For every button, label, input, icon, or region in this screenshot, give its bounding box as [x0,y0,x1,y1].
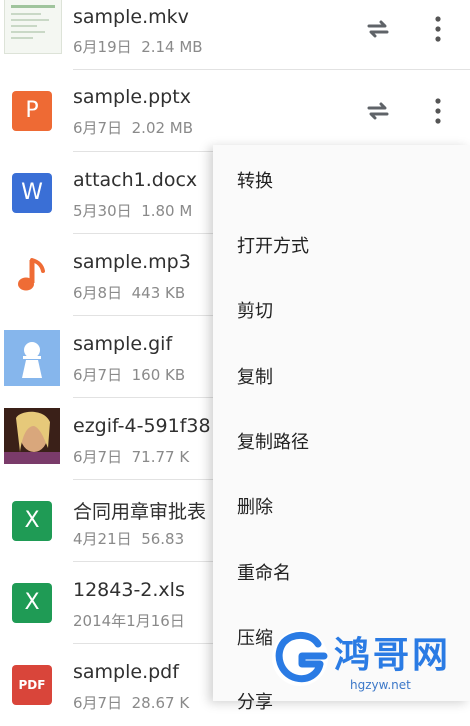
file-name: 合同用章审批表 [73,501,207,523]
file-size: 28.67 K [131,694,190,712]
watermark-logo-icon [272,630,328,686]
file-meta: 6月7日 28.67 K [73,692,189,713]
file-meta: 6月7日 71.77 K [73,446,189,467]
file-date: 6月7日 [73,448,123,466]
file-name: sample.pptx [73,86,191,108]
file-meta: 5月30日 1.80 M [73,200,192,221]
file-date: 6月7日 [73,119,123,137]
file-size: 443 KB [131,284,186,302]
watermark-text: 鸿哥网 [334,635,452,676]
sync-icon[interactable] [363,14,393,44]
video-thumbnail-icon [4,0,62,54]
file-size: 160 KB [131,366,186,384]
file-meta: 6月7日 2.02 MB [73,117,193,138]
file-date: 6月8日 [73,284,123,302]
more-options-icon[interactable] [424,94,452,128]
file-meta: 6月7日 160 KB [73,364,185,385]
file-row[interactable]: P sample.pptx 6月7日 2.02 MB [0,70,470,152]
menu-item-cut[interactable]: 剪切 [237,297,273,323]
menu-item-rename[interactable]: 重命名 [237,559,291,585]
music-icon [18,258,45,291]
file-name: attach1.docx [73,169,198,191]
file-size: 1.80 M [141,202,193,220]
xlsx-icon: X [12,501,52,541]
file-size: 56.83 [141,530,185,548]
context-menu: 转换 打开方式 剪切 复制 复制路径 删除 重命名 压缩 分享 [213,145,470,713]
watermark-url: hgzyw.net [350,678,411,692]
file-name: sample.mkv [73,6,189,28]
menu-item-copy-path[interactable]: 复制路径 [237,428,309,454]
file-name: 12843-2.xls [73,579,185,601]
pdf-icon: PDF [12,665,52,705]
more-options-icon[interactable] [424,12,452,46]
file-size: 71.77 K [131,448,190,466]
file-date: 5月30日 [73,202,132,220]
file-meta: 6月8日 443 KB [73,282,185,303]
file-meta: 2014年1月16日 [73,610,185,631]
docx-icon: W [12,173,52,213]
file-date: 6月7日 [73,694,123,712]
file-name: sample.mp3 [73,251,191,273]
file-size: 2.14 MB [141,38,203,56]
pptx-icon: P [12,91,52,131]
photo-thumbnail-icon [4,408,60,464]
file-meta: 4月21日 56.83 [73,528,184,549]
menu-item-open-with[interactable]: 打开方式 [237,232,309,258]
file-row[interactable]: sample.mkv 6月19日 2.14 MB [0,0,470,70]
file-name: sample.gif [73,333,173,355]
image-gif-icon [4,330,60,386]
file-date: 2014年1月16日 [73,612,185,630]
file-name: sample.pdf [73,661,179,683]
file-size: 2.02 MB [131,119,194,137]
menu-item-convert[interactable]: 转换 [237,167,273,193]
menu-item-copy[interactable]: 复制 [237,363,273,389]
file-name: ezgif-4-591f38 [73,415,211,437]
file-meta: 6月19日 2.14 MB [73,36,203,57]
menu-item-delete[interactable]: 删除 [237,493,273,519]
file-date: 6月19日 [73,38,132,56]
sync-icon[interactable] [363,96,393,126]
watermark: 鸿哥网 hgzyw.net [268,620,468,698]
file-date: 6月7日 [73,366,123,384]
xls-icon: X [12,583,52,623]
file-date: 4月21日 [73,530,132,548]
